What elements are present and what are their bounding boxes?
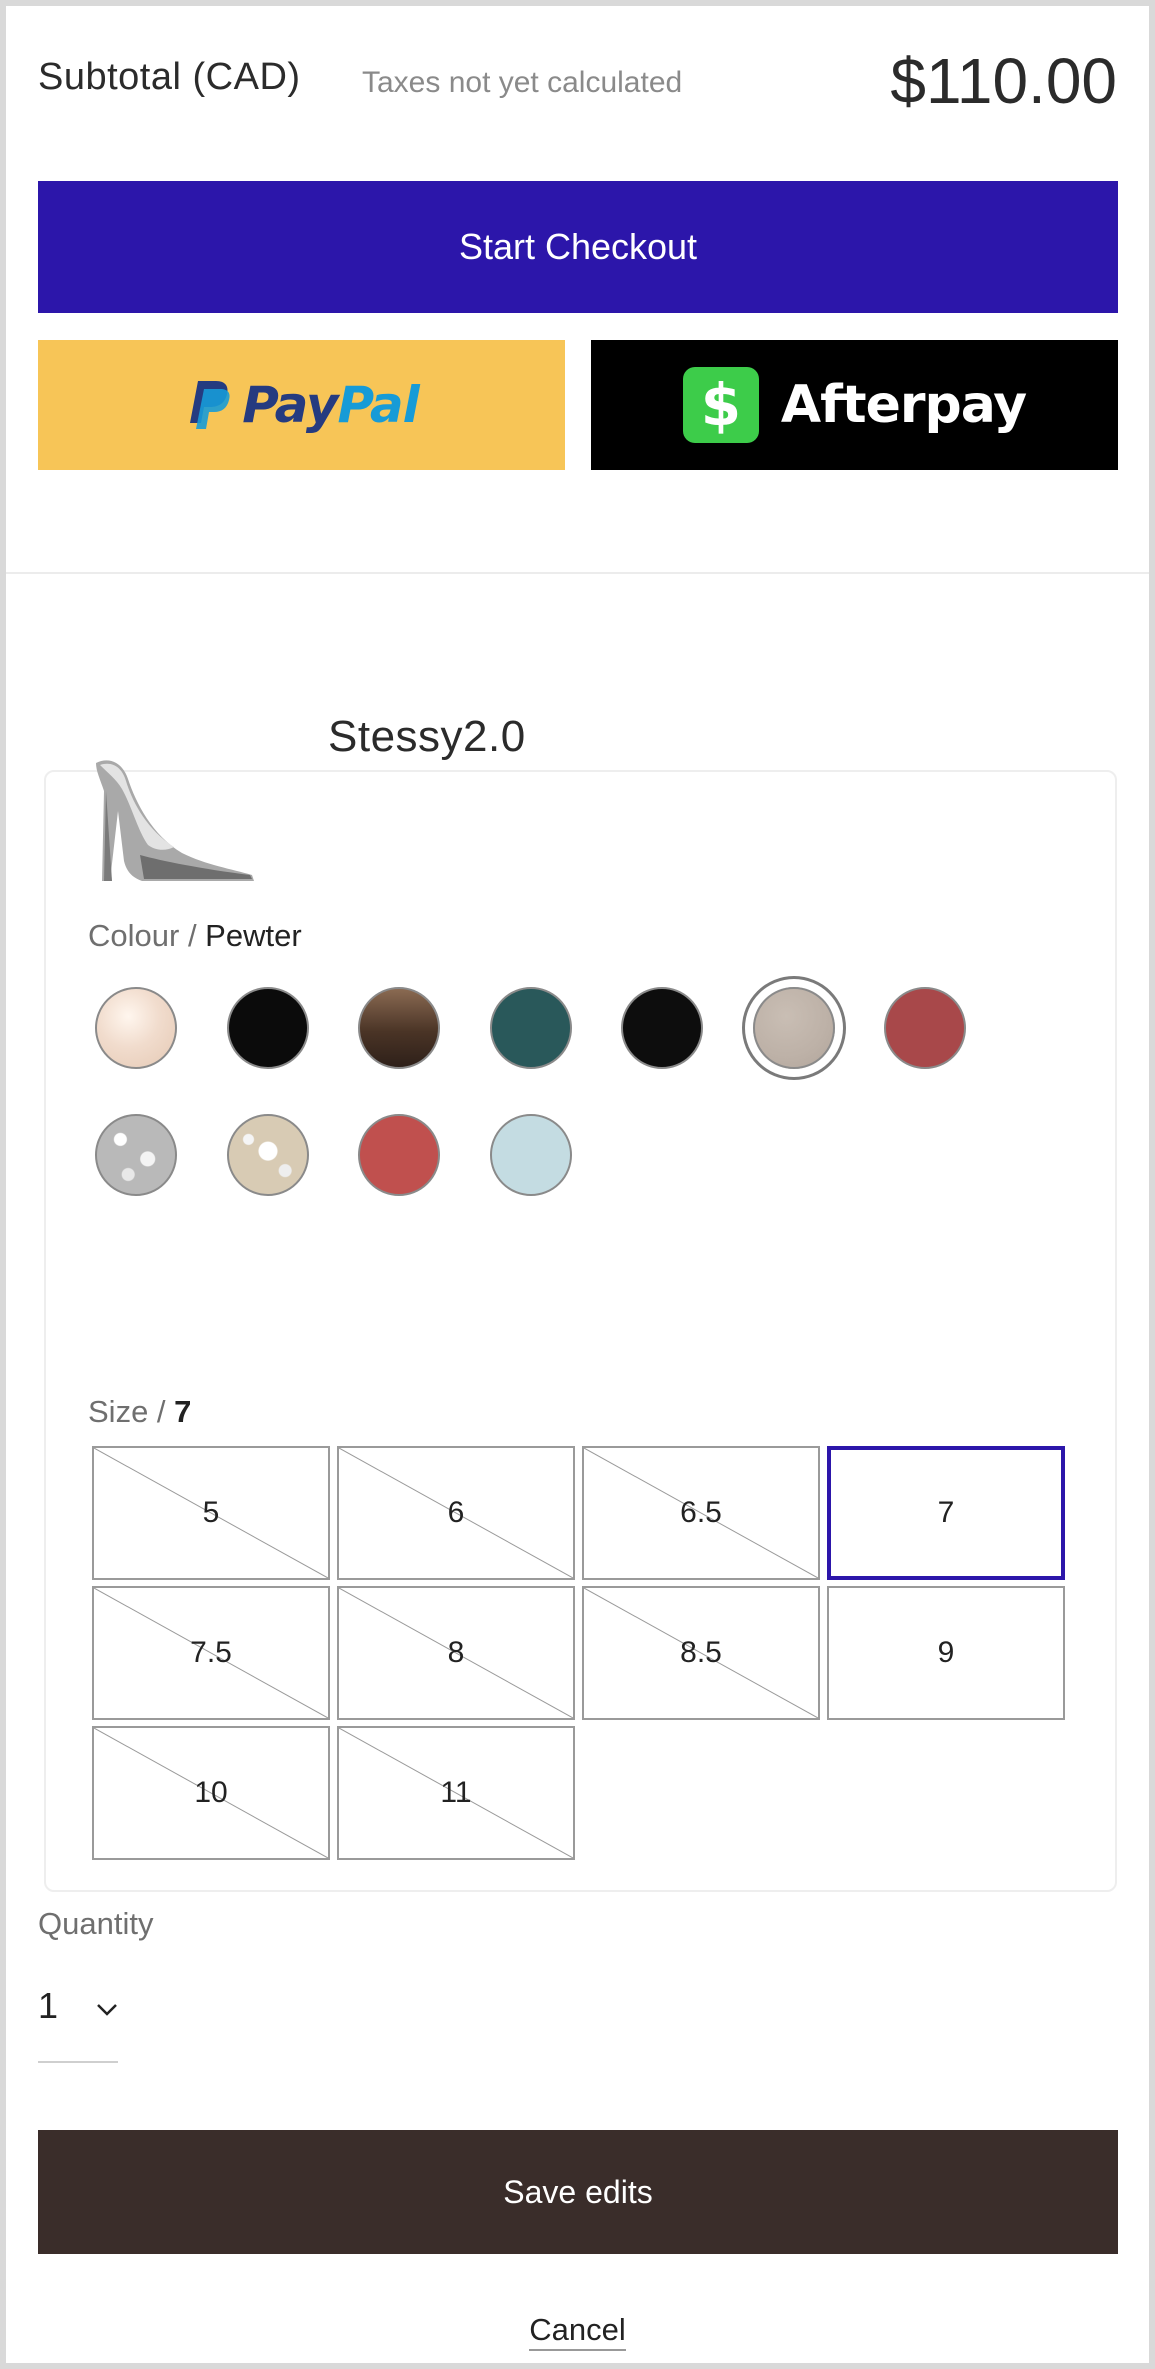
colour-label: Colour / Pewter [88, 918, 302, 953]
colour-swatch-silver-crystal[interactable] [95, 1114, 177, 1196]
colour-swatch-teal[interactable] [489, 987, 572, 1069]
size-option-10[interactable]: 10 [92, 1726, 330, 1860]
colour-swatch-brown[interactable] [358, 987, 440, 1069]
size-option-11[interactable]: 11 [337, 1726, 575, 1860]
section-divider [6, 572, 1149, 574]
size-option-label: 8.5 [680, 1636, 722, 1669]
size-option-label: 5 [202, 1496, 220, 1529]
size-option-label: 9 [937, 1636, 955, 1669]
taxes-note: Taxes not yet calculated [362, 66, 683, 99]
product-name: Stessy2.0 [328, 712, 526, 761]
chevron-down-icon [97, 2004, 117, 2016]
colour-swatch-black-2[interactable] [621, 987, 703, 1069]
start-checkout-button[interactable]: Start Checkout [38, 181, 1118, 313]
quantity-select[interactable]: 1 [38, 1981, 118, 2041]
size-value: 7 [174, 1394, 192, 1429]
size-option-label: 11 [440, 1776, 472, 1809]
product-image [96, 760, 254, 881]
colour-value: Pewter [205, 918, 302, 953]
size-option-6[interactable]: 6 [337, 1446, 575, 1580]
size-option-9[interactable]: 9 [827, 1586, 1065, 1720]
size-option-label: 8 [447, 1636, 465, 1669]
size-option-7.5[interactable]: 7.5 [92, 1586, 330, 1720]
size-option-label: 6.5 [680, 1496, 722, 1529]
size-option-8.5[interactable]: 8.5 [582, 1586, 820, 1720]
save-edits-button[interactable]: Save edits [38, 2130, 1118, 2254]
cancel-link[interactable]: Cancel [529, 2312, 626, 2351]
size-label: Size / 7 [88, 1394, 192, 1429]
quantity-label: Quantity [38, 1906, 154, 1941]
size-option-label: 6 [447, 1496, 465, 1529]
size-option-8[interactable]: 8 [337, 1586, 575, 1720]
quantity-underline [38, 2061, 118, 2063]
subtotal-label: Subtotal (CAD) [38, 56, 301, 98]
colour-swatch-coral-red[interactable] [358, 1114, 440, 1196]
afterpay-wordmark: Afterpay [780, 375, 1027, 435]
colour-swatch-gold-crystal[interactable] [226, 1114, 309, 1196]
size-option-7[interactable]: 7 [827, 1446, 1065, 1580]
colour-swatch-black[interactable] [226, 987, 309, 1069]
size-option-5[interactable]: 5 [92, 1446, 330, 1580]
size-option-label: 10 [194, 1776, 228, 1809]
quantity-value: 1 [38, 1985, 59, 2026]
size-option-label: 7.5 [190, 1636, 232, 1669]
colour-swatch-red[interactable] [884, 987, 966, 1069]
afterpay-button[interactable]: $ Afterpay [591, 340, 1118, 470]
afterpay-logo-icon: $ [682, 367, 759, 443]
subtotal-price: $110.00 [890, 45, 1117, 117]
paypal-wordmark: PayPal [242, 376, 420, 434]
size-option-6.5[interactable]: 6.5 [582, 1446, 820, 1580]
colour-swatch-pewter[interactable] [752, 987, 835, 1069]
cart-edit-panel: Subtotal (CAD) Taxes not yet calculated … [6, 6, 1149, 2363]
paypal-logo-icon [190, 381, 230, 429]
cancel-link-row: Cancel [6, 2312, 1149, 2351]
paypal-button[interactable]: PayPal [38, 340, 565, 470]
colour-swatch-blush-patent[interactable] [95, 987, 177, 1069]
colour-swatch-light-blue[interactable] [489, 1114, 572, 1196]
size-option-label: 7 [937, 1496, 955, 1529]
